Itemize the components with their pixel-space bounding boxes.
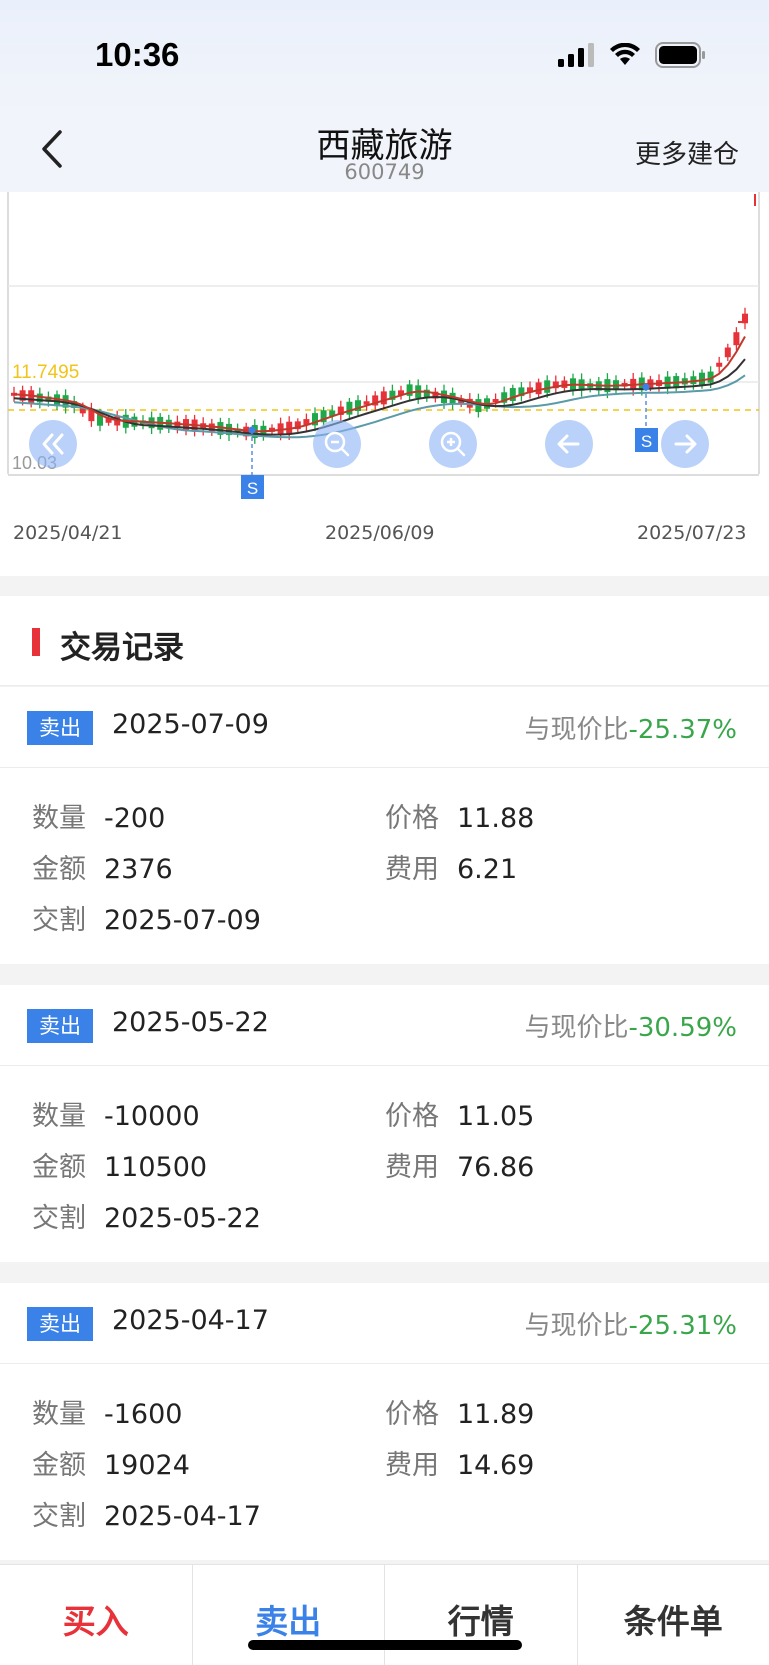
- nav-bar: 西藏旅游 600749 更多建仓: [0, 112, 769, 192]
- fee-row: 费用 6.21: [385, 854, 518, 885]
- svg-text:S: S: [641, 432, 652, 451]
- trade-card[interactable]: 卖出 2025-05-22 与现价比-30.59% 数量 -10000 价格 11.…: [0, 985, 769, 1262]
- price-row: 价格 11.05: [385, 1101, 535, 1132]
- double-chevron-left-icon: [42, 433, 64, 455]
- fee-row: 费用 14.69: [385, 1450, 535, 1481]
- pan-left-button[interactable]: [545, 420, 593, 468]
- price-row: 价格 11.88: [385, 803, 535, 834]
- signal-icon: [558, 43, 594, 67]
- buy-button[interactable]: 买入: [0, 1565, 193, 1665]
- candle-body: [724, 347, 731, 358]
- trade-compare: 与现价比-25.31%: [524, 1311, 737, 1341]
- status-icons: [557, 42, 707, 68]
- trade-compare: 与现价比-30.59%: [524, 1013, 737, 1043]
- quote-button[interactable]: 行情: [385, 1565, 578, 1665]
- trade-type-badge: 卖出: [27, 1009, 93, 1043]
- candle-body: [535, 382, 542, 395]
- zoom-in-button[interactable]: [429, 420, 477, 468]
- trade-type-badge: 卖出: [27, 711, 93, 745]
- trade-date: 2025-05-22: [112, 1007, 269, 1038]
- price-row: 价格 11.89: [385, 1399, 535, 1430]
- fee-row: 费用 76.86: [385, 1152, 535, 1183]
- status-time: 10:36: [95, 36, 180, 73]
- qty-row: 数量 -200: [32, 803, 166, 834]
- amount-row: 金额 19024: [32, 1450, 190, 1481]
- status-bar: 10:36: [0, 0, 769, 112]
- amount-row: 金额 2376: [32, 854, 173, 885]
- condition-order-button[interactable]: 条件单: [578, 1565, 769, 1665]
- trade-date: 2025-07-09: [112, 709, 269, 740]
- trade-card-body: 数量 -10000 价格 11.05 金额 110500 费用 76.86 交割 2025…: [0, 1066, 769, 1262]
- candle-body: [346, 401, 353, 415]
- trade-card-head: 卖出 2025-04-17 与现价比-25.31%: [0, 1283, 769, 1364]
- trade-card-head: 卖出 2025-07-09 与现价比-25.37%: [0, 687, 769, 768]
- trade-card[interactable]: 卖出 2025-07-09 与现价比-25.37% 数量 -200 价格 11.88…: [0, 687, 769, 964]
- svg-text:S: S: [247, 479, 258, 498]
- home-indicator: [248, 1640, 522, 1650]
- date-label-end: 2025/07/23: [637, 522, 747, 544]
- kline-chart[interactable]: S S 11.7495 10.03 2025/04/21 2025/06/09 …: [0, 192, 769, 576]
- zoom-out-button[interactable]: [313, 420, 361, 468]
- arrow-left-icon: [557, 434, 580, 454]
- zoom-in-icon: [440, 431, 466, 457]
- pan-right-button[interactable]: [661, 420, 709, 468]
- qty-row: 数量 -10000: [32, 1101, 200, 1132]
- amount-row: 金额 110500: [32, 1152, 208, 1183]
- rewind-button[interactable]: [29, 420, 77, 468]
- trade-card-body: 数量 -200 价格 11.88 金额 2376 费用 6.21 交割 2025-07-0…: [0, 768, 769, 964]
- trade-card[interactable]: 卖出 2025-04-17 与现价比-25.31% 数量 -1600 价格 11.8…: [0, 1283, 769, 1560]
- candle-body: [733, 332, 740, 346]
- date-label-start: 2025/04/21: [13, 522, 123, 544]
- sell-button[interactable]: 卖出: [193, 1565, 385, 1665]
- settle-row: 交割 2025-05-22: [32, 1203, 261, 1234]
- candle-body: [716, 362, 723, 367]
- battery-icon: [655, 42, 705, 68]
- trade-type-badge: 卖出: [27, 1307, 93, 1341]
- ref-price-label: 11.7495: [12, 362, 79, 383]
- trade-card-head: 卖出 2025-05-22 与现价比-30.59%: [0, 985, 769, 1066]
- section-accent-bar: [32, 628, 40, 656]
- wifi-icon: [610, 43, 640, 65]
- settle-row: 交割 2025-04-17: [32, 1501, 261, 1532]
- trade-card-body: 数量 -1600 价格 11.89 金额 19024 费用 14.69 交割 2025-0…: [0, 1364, 769, 1560]
- arrow-right-icon: [674, 434, 697, 454]
- section-title: 交易记录: [60, 630, 184, 666]
- more-build-button[interactable]: 更多建仓: [635, 134, 739, 171]
- date-label-mid: 2025/06/09: [325, 522, 435, 544]
- trade-date: 2025-04-17: [112, 1305, 269, 1336]
- kline-svg: S S 11.7495 10.03: [7, 192, 760, 500]
- candle-body: [544, 380, 551, 393]
- trade-records-header: 交易记录: [0, 596, 769, 686]
- trade-compare: 与现价比-25.37%: [524, 715, 737, 745]
- sell-marker-1[interactable]: S: [241, 426, 264, 500]
- qty-row: 数量 -1600: [32, 1399, 183, 1430]
- candle-body: [380, 391, 387, 405]
- zoom-out-icon: [324, 431, 350, 457]
- settle-row: 交割 2025-07-09: [32, 905, 261, 936]
